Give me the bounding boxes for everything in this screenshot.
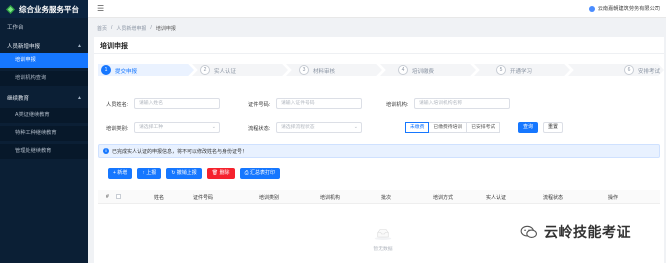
- category-label: 培训类别:: [106, 126, 129, 132]
- watermark: 云岭技能考证: [520, 222, 631, 242]
- column-header-index: #: [106, 194, 109, 200]
- column-header-method: 培训方式: [433, 195, 454, 201]
- segment-unpaid[interactable]: 未缴费: [405, 122, 430, 133]
- category-placeholder: 请选择工种: [139, 125, 163, 130]
- step-payment: 4 培训缴费: [380, 61, 476, 79]
- trash-icon: 🗑: [211, 170, 220, 176]
- step-label: 材料审核: [313, 69, 336, 75]
- sidebar-group-label: 人员新增申报: [7, 43, 41, 50]
- step-label: 提交申报: [115, 69, 138, 75]
- breadcrumb-separator: /: [111, 25, 113, 31]
- status-segment: 未缴费 已缴费待培训 已安排考试: [405, 122, 501, 133]
- training-org-input[interactable]: 请输入培训机构名称: [414, 98, 510, 109]
- sidebar-group-label: 继续教育: [7, 95, 30, 102]
- column-header-category: 培训类别: [259, 195, 280, 201]
- sidebar-item-management-education[interactable]: 管理处继续教育: [0, 144, 88, 159]
- column-header-actions: 操作: [608, 195, 619, 201]
- status-select[interactable]: 请选择流程状态 ⌄: [276, 122, 362, 133]
- column-header-status: 流程状态: [543, 195, 564, 201]
- delete-button[interactable]: 🗑 删除: [206, 168, 235, 179]
- sidebar-group-new-personnel[interactable]: 人员新增申报 ▲: [0, 38, 88, 53]
- add-button[interactable]: + 新增: [108, 168, 133, 179]
- select-all-checkbox[interactable]: [116, 194, 121, 199]
- column-header-identity: 实人认证: [486, 195, 507, 201]
- sidebar-item-training-org-query[interactable]: 培训机构查询: [0, 71, 88, 86]
- step-identity: 2 实人认证: [192, 61, 288, 79]
- avatar: [588, 5, 595, 12]
- column-header-cert: 证件号码: [193, 195, 214, 201]
- column-header-org: 培训机构: [320, 195, 341, 201]
- app-title: 综合业务服务平台: [19, 4, 79, 14]
- breadcrumb-current: 培训申报: [155, 26, 176, 32]
- process-steps: 1 提交申报 2 实人认证 3 材料审核 4 培训缴费 5 开通学习 6 安排考…: [98, 61, 664, 79]
- name-label: 人员姓名:: [106, 102, 129, 108]
- chevron-up-icon: ▲: [77, 42, 82, 49]
- sidebar-item-special-work-education[interactable]: 特种工种继续教育: [0, 126, 88, 141]
- step-study: 5 开通学习: [474, 61, 570, 79]
- name-input[interactable]: 请输入姓名: [134, 98, 220, 109]
- breadcrumb-section[interactable]: 人员新增申报: [116, 25, 146, 32]
- cert-label: 证件号码:: [248, 102, 271, 108]
- sidebar: 综合业务服务平台 工作台 人员新增申报 ▲ 培训申报 培训机构查询 继续教育 ▲…: [0, 0, 88, 263]
- sidebar-item-training-declaration[interactable]: 培训申报: [0, 53, 88, 68]
- step-submit: 1 提交申报: [98, 61, 194, 79]
- wechat-icon: [520, 225, 537, 238]
- company-name: 云南嘉朝建筑劳务有限公司: [597, 6, 660, 12]
- step-exam: 6 安排考试: [568, 61, 664, 79]
- column-header-name: 姓名: [154, 195, 165, 201]
- step-number: 6: [624, 65, 634, 75]
- print-summary-button[interactable]: ⎙ 汇总表打印: [239, 168, 280, 179]
- sidebar-item-a-cert-education[interactable]: A类证继续教育: [0, 108, 88, 123]
- logo-icon: [6, 4, 15, 14]
- report-button[interactable]: ↑ 上报: [137, 168, 162, 179]
- table-header: # 姓名 证件号码 培训类别 培训机构 批次 培训方式 实人认证 流程状态 操作: [98, 190, 660, 204]
- breadcrumb: 首页 / 人员新增申报 / 培训申报: [97, 25, 176, 32]
- org-label: 培训机构:: [386, 102, 409, 108]
- step-number: 1: [101, 65, 111, 75]
- column-header-batch: 批次: [381, 195, 392, 201]
- sidebar-group-continuing-education[interactable]: 继续教育 ▲: [0, 90, 88, 105]
- empty-box-icon: [374, 229, 392, 240]
- sidebar-item-workbench[interactable]: 工作台: [0, 21, 88, 35]
- step-label: 安排考试: [638, 69, 661, 75]
- print-label: 汇总表打印: [249, 170, 275, 176]
- chevron-down-icon: ⌄: [211, 124, 216, 130]
- empty-text: 暂无数据: [373, 247, 393, 252]
- top-header: ☰ 云南嘉朝建筑劳务有限公司: [88, 0, 666, 18]
- revoke-report-button[interactable]: ↻ 撤销上报: [166, 168, 202, 179]
- menu-toggle-icon[interactable]: ☰: [97, 4, 104, 13]
- delete-label: 删除: [219, 170, 230, 176]
- chevron-up-icon: ▲: [77, 94, 82, 101]
- cert-number-input[interactable]: 请输入证件号码: [276, 98, 362, 109]
- step-label: 开通学习: [510, 69, 533, 75]
- info-icon: i: [103, 148, 109, 154]
- company-info[interactable]: 云南嘉朝建筑劳务有限公司: [588, 5, 660, 12]
- step-number: 5: [496, 65, 506, 75]
- segment-exam-scheduled[interactable]: 已安排考试: [466, 122, 501, 133]
- divider: [94, 53, 664, 54]
- page-title: 培训申报: [100, 43, 128, 50]
- step-label: 培训缴费: [412, 69, 435, 75]
- chevron-down-icon: ⌄: [353, 124, 358, 130]
- category-select[interactable]: 请选择工种 ⌄: [134, 122, 220, 133]
- breadcrumb-home[interactable]: 首页: [97, 25, 107, 32]
- info-notice: i 已完成实人认证的申报信息，将不可以修改姓名与身份证号！: [98, 144, 660, 158]
- reset-button[interactable]: 重置: [543, 122, 563, 133]
- logo-row: 综合业务服务平台: [0, 0, 88, 18]
- segment-paid-pending[interactable]: 已缴费待培训: [428, 122, 468, 133]
- action-toolbar: + 新增 ↑ 上报 ↻ 撤销上报 🗑 删除 ⎙ 汇总表打印: [108, 168, 280, 179]
- query-button[interactable]: 查询: [518, 122, 538, 133]
- status-placeholder: 请选择流程状态: [281, 125, 315, 130]
- step-number: 2: [200, 65, 210, 75]
- step-label: 实人认证: [214, 69, 237, 75]
- empty-state: 暂无数据: [368, 228, 398, 252]
- step-number: 3: [299, 65, 309, 75]
- step-number: 4: [398, 65, 408, 75]
- step-review: 3 材料审核: [286, 61, 382, 79]
- watermark-text: 云岭技能考证: [544, 224, 631, 240]
- status-label: 流程状态:: [248, 126, 271, 132]
- notice-text: 已完成实人认证的申报信息，将不可以修改姓名与身份证号！: [112, 148, 248, 155]
- breadcrumb-separator: /: [150, 25, 152, 31]
- step-bar: [98, 64, 194, 76]
